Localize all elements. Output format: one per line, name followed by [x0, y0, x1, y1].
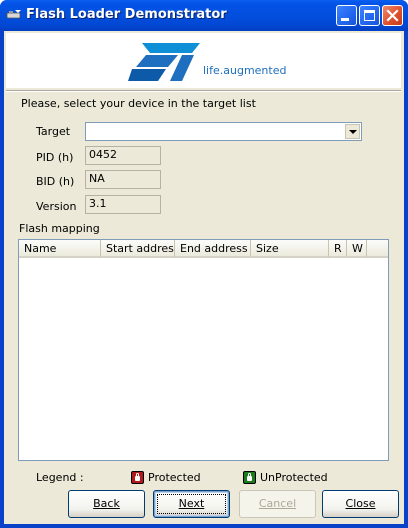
bid-field: NA — [85, 170, 161, 189]
st-tagline: life.augmented — [203, 64, 287, 77]
maximize-icon — [364, 10, 375, 21]
minimize-button[interactable] — [336, 5, 357, 26]
legend-label: Legend : — [36, 471, 84, 484]
column-header-end-address[interactable]: End address — [175, 240, 251, 258]
window-title: Flash Loader Demonstrator — [26, 7, 227, 22]
minimize-icon — [341, 18, 349, 21]
maximize-button[interactable] — [359, 5, 380, 26]
chevron-down-icon[interactable] — [345, 124, 360, 139]
column-header-size[interactable]: Size — [251, 240, 329, 258]
close-window-button[interactable] — [382, 5, 403, 26]
next-button-label: Next — [178, 497, 205, 510]
column-header-write[interactable]: W — [347, 240, 367, 258]
column-header-filler — [367, 240, 388, 258]
dialog-body: life.augmented Please, select your devic… — [4, 31, 404, 524]
back-button[interactable]: Back — [68, 490, 145, 518]
target-select[interactable] — [85, 122, 362, 141]
banner: life.augmented — [6, 33, 401, 88]
next-button[interactable]: Next — [153, 490, 230, 518]
back-button-label: Back — [93, 497, 120, 510]
application-window: Flash Loader Demonstrator life.augmented… — [0, 0, 408, 528]
version-field: 3.1 — [85, 195, 161, 214]
protected-lock-icon — [131, 471, 144, 484]
flash-mapping-label: Flash mapping — [19, 222, 100, 235]
unprotected-legend-text: UnProtected — [260, 471, 328, 484]
protected-legend-text: Protected — [148, 471, 201, 484]
window-frame-bottom — [0, 524, 408, 528]
cancel-button-label: Cancel — [258, 497, 297, 510]
instruction-text: Please, select your device in the target… — [21, 97, 256, 110]
target-label: Target — [36, 125, 71, 138]
column-header-read[interactable]: R — [329, 240, 347, 258]
flash-loader-app-icon — [6, 10, 21, 19]
banner-divider — [6, 90, 401, 92]
cancel-button[interactable]: Cancel — [239, 490, 316, 518]
column-header-start-address[interactable]: Start address — [101, 240, 175, 258]
column-header-name[interactable]: Name — [19, 240, 101, 258]
st-logo — [128, 43, 200, 81]
close-button-label: Close — [345, 497, 376, 510]
unprotected-lock-icon — [243, 471, 256, 484]
pid-label: PID (h) — [36, 151, 74, 164]
close-button[interactable]: Close — [322, 490, 399, 518]
bid-label: BID (h) — [36, 175, 75, 188]
flash-mapping-list[interactable]: Name Start address End address Size R W — [18, 239, 389, 461]
pid-field: 0452 — [85, 146, 161, 165]
close-icon — [386, 9, 399, 22]
version-label: Version — [36, 200, 77, 213]
title-bar[interactable]: Flash Loader Demonstrator — [0, 0, 408, 31]
